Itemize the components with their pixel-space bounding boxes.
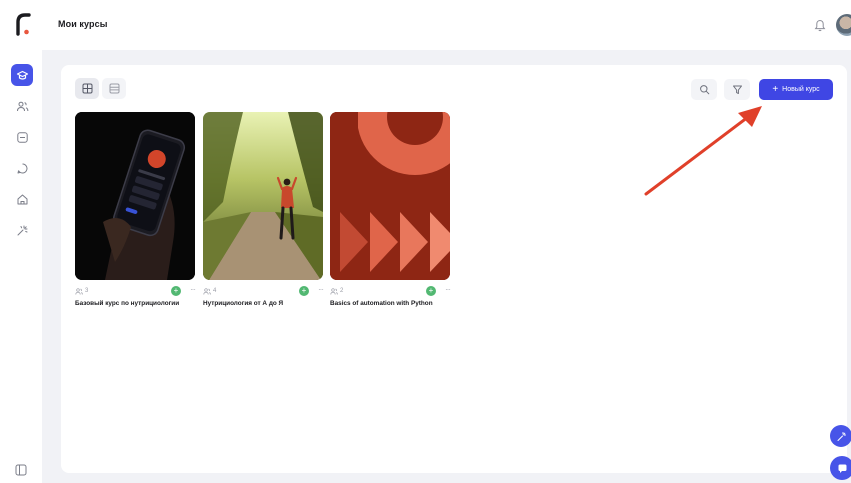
top-bar: Мои курсы [0, 0, 851, 50]
geometric-pattern-image [330, 112, 450, 280]
bell-icon[interactable] [814, 19, 826, 32]
chat-support-button[interactable] [830, 456, 851, 480]
course-thumbnail[interactable] [203, 112, 323, 280]
users-icon [16, 101, 28, 111]
students-count: 3 [75, 287, 88, 295]
chat-bubble-icon [838, 464, 846, 473]
grid-view-icon [82, 83, 92, 94]
chat-icon [17, 163, 27, 173]
users-icon [75, 287, 83, 295]
new-course-button[interactable]: + Новый курс [759, 79, 833, 100]
assignments-icon [16, 131, 28, 143]
magic-wand-icon [837, 431, 846, 441]
course-title[interactable]: Basics of automation with Python [330, 300, 450, 308]
published-status-icon[interactable]: + [299, 286, 309, 296]
users-icon [330, 287, 338, 295]
more-options-icon[interactable]: ··· [190, 285, 196, 294]
course-title[interactable]: Базовый курс по нутрициологии [75, 300, 195, 308]
view-toggle [75, 78, 126, 99]
filter-button[interactable] [724, 79, 750, 100]
more-options-icon[interactable]: ··· [318, 285, 324, 294]
phone-in-hand-image [75, 112, 195, 280]
home-icon [17, 194, 27, 204]
automation-fab[interactable] [830, 425, 851, 447]
search-button[interactable] [691, 79, 717, 100]
logo[interactable] [14, 12, 34, 36]
collapse-sidebar-icon[interactable] [15, 464, 27, 476]
sidebar-item-users[interactable] [11, 95, 33, 117]
grid-view-button[interactable] [75, 78, 99, 99]
filter-icon [732, 85, 742, 94]
sidebar-item-chat[interactable] [11, 157, 33, 179]
students-count: 2 [330, 287, 343, 295]
automation-icon [17, 225, 27, 235]
more-options-icon[interactable]: ··· [445, 285, 451, 294]
published-status-icon[interactable]: + [426, 286, 436, 296]
course-card[interactable]: 4 + ··· Нутрициология от А до Я [203, 112, 324, 308]
users-icon [203, 287, 211, 295]
course-thumbnail[interactable] [330, 112, 450, 280]
course-card[interactable]: 2 + ··· Basics of automation with Python [330, 112, 451, 308]
running-woman-image [203, 112, 323, 280]
sidebar-item-home[interactable] [11, 188, 33, 210]
page-title: Мои курсы [58, 19, 108, 29]
published-status-icon[interactable]: + [171, 286, 181, 296]
students-count: 4 [203, 287, 216, 295]
plus-icon: + [772, 83, 779, 95]
course-title[interactable]: Нутрициология от А до Я [203, 300, 323, 308]
sidebar [0, 50, 42, 483]
course-thumbnail[interactable] [75, 112, 195, 280]
courses-icon [16, 70, 28, 80]
user-avatar[interactable] [836, 14, 851, 36]
course-card[interactable]: 3 + ··· Базовый курс по нутрициологии [75, 112, 196, 308]
sidebar-item-courses[interactable] [11, 64, 33, 86]
sidebar-item-assignments[interactable] [11, 126, 33, 148]
list-view-icon [109, 83, 119, 94]
sidebar-item-automation[interactable] [11, 219, 33, 241]
course-meta: 3 + ··· [75, 285, 196, 297]
course-meta: 2 + ··· [330, 285, 451, 297]
search-icon [699, 85, 709, 95]
course-meta: 4 + ··· [203, 285, 324, 297]
list-view-button[interactable] [102, 78, 126, 99]
new-course-label: Новый курс [782, 86, 820, 93]
